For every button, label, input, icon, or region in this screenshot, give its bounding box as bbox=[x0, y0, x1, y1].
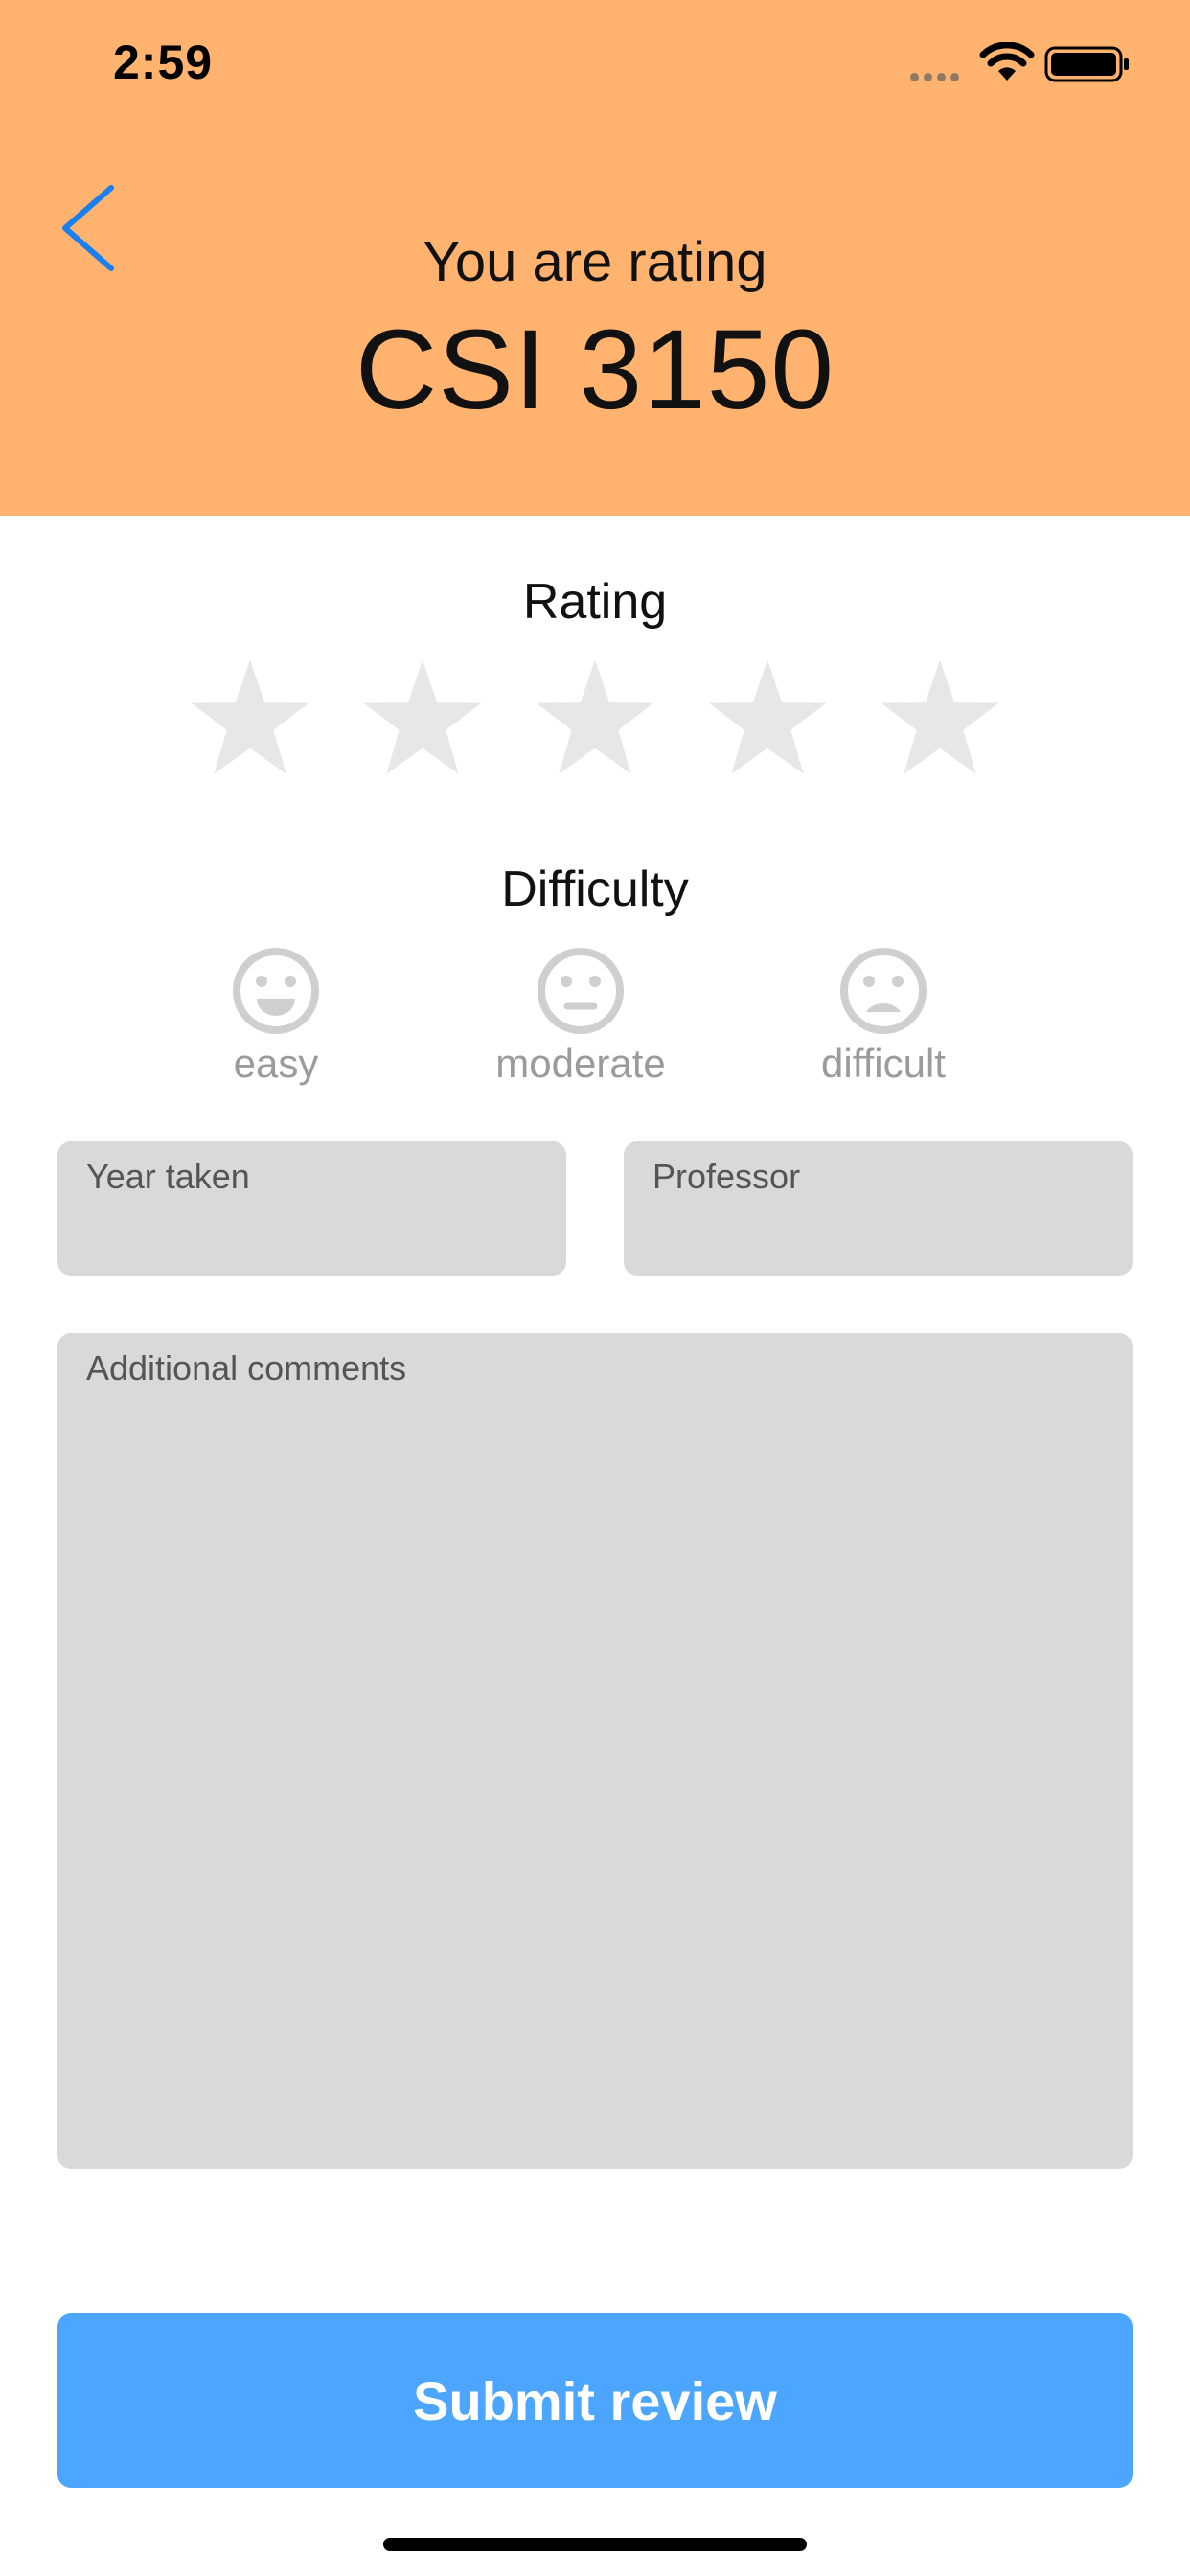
additional-comments-field[interactable]: Additional comments bbox=[57, 1333, 1133, 2169]
rating-intro: You are rating bbox=[423, 231, 767, 293]
submit-review-label: Submit review bbox=[413, 2370, 777, 2431]
additional-comments-placeholder: Additional comments bbox=[86, 1348, 407, 1388]
star-icon[interactable] bbox=[534, 657, 656, 780]
rating-label: Rating bbox=[522, 574, 668, 630]
difficulty-option-moderate[interactable]: moderate bbox=[456, 947, 705, 1087]
star-icon[interactable] bbox=[879, 657, 1001, 780]
difficulty-option-label: difficult bbox=[821, 1041, 946, 1086]
status-time: 2:59 bbox=[113, 35, 214, 89]
year-taken-placeholder: Year taken bbox=[86, 1157, 250, 1196]
submit-review-button[interactable]: Submit review bbox=[57, 2313, 1133, 2488]
difficulty-option-label: easy bbox=[233, 1041, 319, 1086]
difficulty-option-easy[interactable]: easy bbox=[151, 947, 400, 1087]
home-indicator[interactable] bbox=[383, 2538, 807, 2551]
year-taken-field[interactable]: Year taken bbox=[57, 1141, 566, 1276]
star-icon[interactable] bbox=[706, 657, 829, 780]
professor-field[interactable]: Professor bbox=[624, 1141, 1133, 1276]
difficulty-options: easy moderate difficult bbox=[0, 947, 1190, 1091]
difficulty-option-label: moderate bbox=[495, 1041, 666, 1086]
difficulty-option-difficult[interactable]: difficult bbox=[759, 947, 1008, 1087]
battery-icon bbox=[1044, 46, 1129, 82]
neutral-face-icon bbox=[538, 948, 624, 1034]
smile-face-icon bbox=[233, 948, 319, 1034]
header: 2:59 You are rating CSI 3150 bbox=[0, 0, 1190, 516]
professor-placeholder: Professor bbox=[652, 1157, 801, 1196]
signal-icon bbox=[910, 69, 964, 86]
star-icon[interactable] bbox=[361, 657, 484, 780]
course-code: CSI 3150 bbox=[355, 307, 835, 433]
wifi-icon bbox=[979, 42, 1035, 80]
star-icon[interactable] bbox=[189, 657, 311, 780]
status-icons bbox=[910, 42, 1131, 88]
difficulty-label: Difficulty bbox=[501, 862, 689, 917]
star-rating bbox=[0, 657, 1190, 782]
frown-face-icon bbox=[840, 948, 927, 1034]
